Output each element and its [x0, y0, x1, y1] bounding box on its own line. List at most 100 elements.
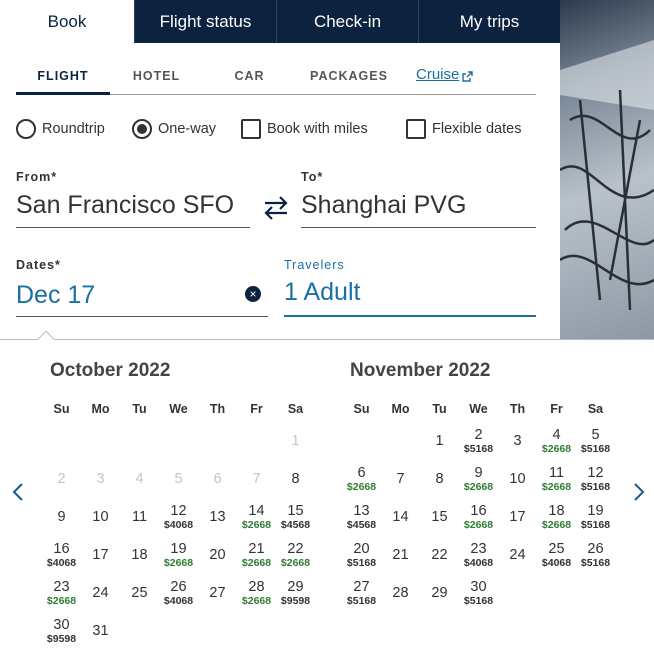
- calendar-day[interactable]: 3: [498, 422, 537, 460]
- dates-field[interactable]: Dec 17: [16, 281, 268, 317]
- calendar-day[interactable]: 18: [120, 536, 159, 574]
- calendar-day[interactable]: 8: [276, 460, 315, 498]
- from-field[interactable]: San Francisco SFO: [16, 191, 250, 228]
- calendar-day[interactable]: 22: [420, 536, 459, 574]
- calendar-day[interactable]: 16 $2668: [459, 498, 498, 536]
- clear-x-icon[interactable]: ×: [245, 286, 261, 302]
- calendar-day[interactable]: 12 $4068: [159, 498, 198, 536]
- flexible-dates-checkbox[interactable]: Flexible dates: [406, 119, 521, 139]
- calendar-day[interactable]: 20 $5168: [342, 536, 381, 574]
- day-price: $4568: [280, 518, 311, 531]
- calendar-day[interactable]: 10: [498, 460, 537, 498]
- calendar-day[interactable]: 15: [420, 498, 459, 536]
- calendar-day[interactable]: 9 $2668: [459, 460, 498, 498]
- calendar-day[interactable]: 17: [498, 498, 537, 536]
- calendar-day[interactable]: 23 $2668: [42, 574, 81, 612]
- calendar-day[interactable]: 30 $9598: [42, 612, 81, 650]
- calendar-day[interactable]: 17: [81, 536, 120, 574]
- chevron-right-icon[interactable]: [633, 482, 645, 502]
- calendar-day[interactable]: 22 $2668: [276, 536, 315, 574]
- chevron-left-icon[interactable]: [12, 482, 24, 502]
- calendar-day[interactable]: 19 $5168: [576, 498, 615, 536]
- calendar-day[interactable]: 21: [381, 536, 420, 574]
- calendar-day[interactable]: 18 $2668: [537, 498, 576, 536]
- calendar-day[interactable]: 14: [381, 498, 420, 536]
- calendar-day[interactable]: 25: [120, 574, 159, 612]
- calendar-day[interactable]: 10: [81, 498, 120, 536]
- calendar-day[interactable]: 27: [198, 574, 237, 612]
- calendar-empty-cell: [276, 612, 315, 650]
- calendar-day[interactable]: 27 $5168: [342, 574, 381, 612]
- to-field[interactable]: Shanghai PVG: [301, 191, 536, 228]
- day-price: $4068: [163, 518, 194, 531]
- day-price: $5168: [580, 518, 611, 531]
- day-number: 2: [57, 470, 66, 487]
- calendar-day[interactable]: 26 $5168: [576, 536, 615, 574]
- roundtrip-radio[interactable]: Roundtrip: [16, 119, 105, 139]
- calendar-day[interactable]: 15 $4568: [276, 498, 315, 536]
- calendar-day[interactable]: 4 $2668: [537, 422, 576, 460]
- weekday-header: Su Mo Tu We Th Fr Sa: [342, 402, 615, 422]
- calendar-day[interactable]: 9: [42, 498, 81, 536]
- calendar-day[interactable]: 20: [198, 536, 237, 574]
- calendar-day[interactable]: 2 $5168: [459, 422, 498, 460]
- tab-book[interactable]: Book: [0, 0, 134, 43]
- weekday-label: Th: [209, 402, 226, 416]
- tab-my-trips[interactable]: My trips: [418, 0, 560, 43]
- calendar-day[interactable]: 24: [81, 574, 120, 612]
- day-price: $4568: [346, 518, 377, 531]
- calendar-day[interactable]: 30 $5168: [459, 574, 498, 612]
- calendar-day[interactable]: 11: [120, 498, 159, 536]
- calendar-day[interactable]: 5 $5168: [576, 422, 615, 460]
- tab-check-in[interactable]: Check-in: [276, 0, 418, 43]
- calendar-day[interactable]: 11 $2668: [537, 460, 576, 498]
- calendar-day[interactable]: 12 $5168: [576, 460, 615, 498]
- book-with-miles-checkbox[interactable]: Book with miles: [241, 119, 368, 139]
- flexible-dates-label: Flexible dates: [432, 121, 522, 137]
- subtab-flight[interactable]: FLIGHT: [16, 60, 110, 95]
- swap-arrows-icon[interactable]: [262, 194, 290, 222]
- day-number: 1: [291, 432, 300, 449]
- calendar-day[interactable]: 16 $4068: [42, 536, 81, 574]
- calendar-day[interactable]: 13 $4568: [342, 498, 381, 536]
- calendar-day[interactable]: 29: [420, 574, 459, 612]
- calendar-day[interactable]: 28 $2668: [237, 574, 276, 612]
- calendar-empty-cell: [159, 422, 198, 460]
- calendar-day[interactable]: 19 $2668: [159, 536, 198, 574]
- cruise-link[interactable]: Cruise: [416, 60, 474, 94]
- subtab-hotel[interactable]: HOTEL: [110, 60, 203, 95]
- calendar-day[interactable]: 29 $9598: [276, 574, 315, 612]
- calendar-day[interactable]: 8: [420, 460, 459, 498]
- tab-flight-status[interactable]: Flight status: [134, 0, 276, 43]
- calendar-day[interactable]: 7: [381, 460, 420, 498]
- calendar-day[interactable]: 21 $2668: [237, 536, 276, 574]
- calendar-day[interactable]: 1: [420, 422, 459, 460]
- day-price: $2668: [163, 556, 194, 569]
- calendar-day[interactable]: 24: [498, 536, 537, 574]
- radio-selected-icon: [132, 119, 152, 139]
- book-with-miles-label: Book with miles: [267, 121, 368, 137]
- calendar-empty-cell: [342, 422, 381, 460]
- calendar-day[interactable]: 25 $4068: [537, 536, 576, 574]
- day-number: 26: [170, 578, 187, 595]
- calendar-day: 1: [276, 422, 315, 460]
- calendar-day[interactable]: 6 $2668: [342, 460, 381, 498]
- day-price: $5168: [346, 594, 377, 607]
- calendar-day[interactable]: 28: [381, 574, 420, 612]
- calendar-week-row: 6 $2668 7 8 9 $2668 10 11 $2668 12 $5168: [342, 460, 615, 498]
- calendar-day[interactable]: 13: [198, 498, 237, 536]
- day-number: 14: [248, 502, 265, 519]
- calendar-day[interactable]: 26 $4068: [159, 574, 198, 612]
- day-number: 25: [131, 584, 148, 601]
- subtab-car[interactable]: CAR: [203, 60, 296, 95]
- day-number: 23: [53, 578, 70, 595]
- calendar-day[interactable]: 31: [81, 612, 120, 650]
- calendar-day[interactable]: 23 $4068: [459, 536, 498, 574]
- oneway-radio[interactable]: One-way: [132, 119, 216, 139]
- day-number: 15: [431, 508, 448, 525]
- to-label: To*: [301, 170, 324, 184]
- travelers-field[interactable]: 1 Adult: [284, 278, 536, 317]
- calendar-day[interactable]: 14 $2668: [237, 498, 276, 536]
- subtab-packages[interactable]: PACKAGES: [296, 60, 402, 95]
- day-number: 22: [431, 546, 448, 563]
